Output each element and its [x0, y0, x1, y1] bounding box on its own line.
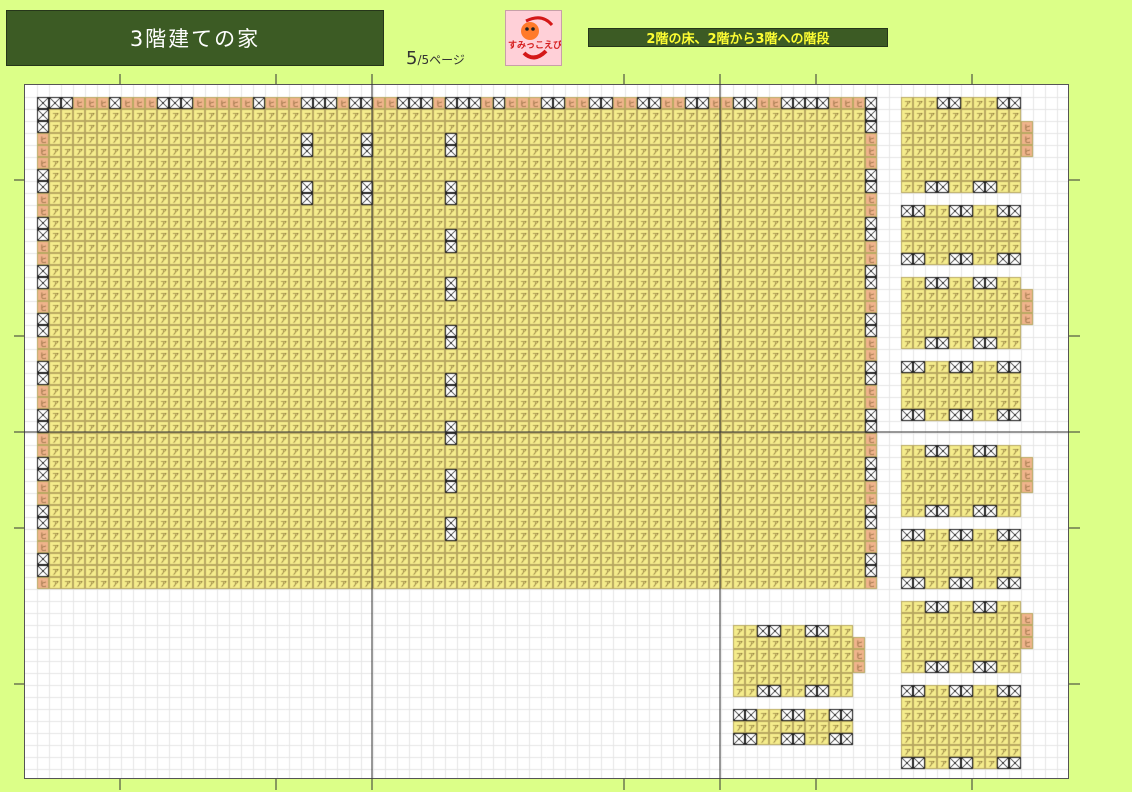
guide-lines [14, 74, 1080, 790]
